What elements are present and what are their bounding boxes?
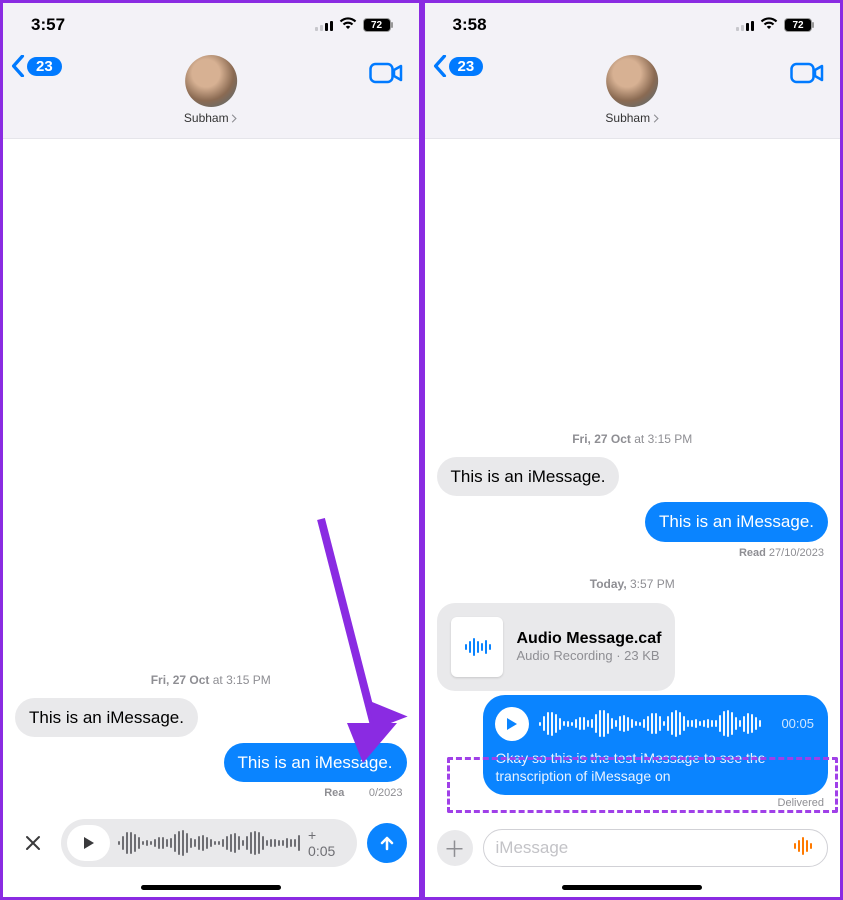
message-bubble-incoming[interactable]: This is an iMessage. — [437, 457, 620, 496]
contact-name: Subham — [184, 111, 229, 125]
home-indicator[interactable] — [562, 885, 702, 890]
facetime-button[interactable] — [790, 55, 824, 90]
status-time: 3:57 — [31, 15, 65, 35]
avatar — [185, 55, 237, 107]
status-bar: 3:58 72 — [425, 3, 841, 47]
audio-duration: + 0:05 — [308, 827, 346, 859]
cellular-signal-icon — [315, 19, 333, 31]
cellular-signal-icon — [736, 19, 754, 31]
battery-icon: 72 — [363, 18, 391, 32]
audio-duration: 00:05 — [781, 716, 814, 731]
delivery-status: Delivered — [437, 797, 825, 809]
wifi-icon — [760, 15, 778, 35]
avatar — [606, 55, 658, 107]
timestamp: Fri, 27 Oct at 3:15 PM — [15, 673, 407, 687]
waveform-icon — [539, 709, 771, 739]
read-receipt: Read 27/10/2023 — [437, 547, 825, 559]
back-button[interactable]: 23 — [11, 55, 62, 77]
back-button[interactable]: 23 — [433, 55, 484, 77]
file-attachment[interactable]: Audio Message.caf Audio Recording · 23 K… — [437, 603, 676, 691]
file-details: Audio Recording · 23 KB — [517, 648, 662, 663]
audio-record-icon[interactable] — [793, 837, 815, 860]
play-button[interactable] — [67, 825, 110, 861]
play-button[interactable] — [495, 707, 529, 741]
audio-compose-bar: + 0:05 — [3, 809, 419, 897]
unread-badge: 23 — [449, 57, 484, 76]
input-placeholder: iMessage — [496, 838, 569, 858]
status-bar: 3:57 72 — [3, 3, 419, 47]
timestamp: Fri, 27 Oct at 3:15 PM — [437, 432, 829, 446]
navigation-bar: 23 Subham — [425, 47, 841, 139]
audio-file-icon — [451, 617, 503, 677]
navigation-bar: 23 Subham — [3, 47, 419, 139]
file-name: Audio Message.caf — [517, 630, 662, 648]
facetime-button[interactable] — [369, 55, 403, 90]
message-bubble-incoming[interactable]: This is an iMessage. — [15, 698, 198, 737]
timestamp: Today, 3:57 PM — [437, 577, 829, 591]
home-indicator[interactable] — [141, 885, 281, 890]
message-input[interactable]: iMessage — [483, 829, 829, 867]
battery-icon: 72 — [784, 18, 812, 32]
audio-message-bubble[interactable]: 00:05 Okay so this is the test iMessage … — [483, 695, 828, 795]
contact-header[interactable]: Subham — [605, 55, 659, 125]
read-receipt: Rea 0/2023 — [15, 787, 403, 799]
contact-name: Subham — [605, 111, 650, 125]
send-button[interactable] — [367, 823, 407, 863]
wifi-icon — [339, 15, 357, 35]
message-bubble-outgoing[interactable]: This is an iMessage. — [645, 502, 828, 541]
unread-badge: 23 — [27, 57, 62, 76]
contact-header[interactable]: Subham — [184, 55, 238, 125]
status-time: 3:58 — [453, 15, 487, 35]
audio-transcript: Okay so this is the test iMessage to see… — [495, 749, 814, 785]
waveform-icon — [118, 829, 300, 857]
audio-preview[interactable]: + 0:05 — [61, 819, 357, 867]
add-button[interactable]: ＋ — [437, 830, 473, 866]
message-bubble-outgoing[interactable]: This is an iMessage. — [224, 743, 407, 782]
cancel-button[interactable] — [15, 825, 51, 861]
